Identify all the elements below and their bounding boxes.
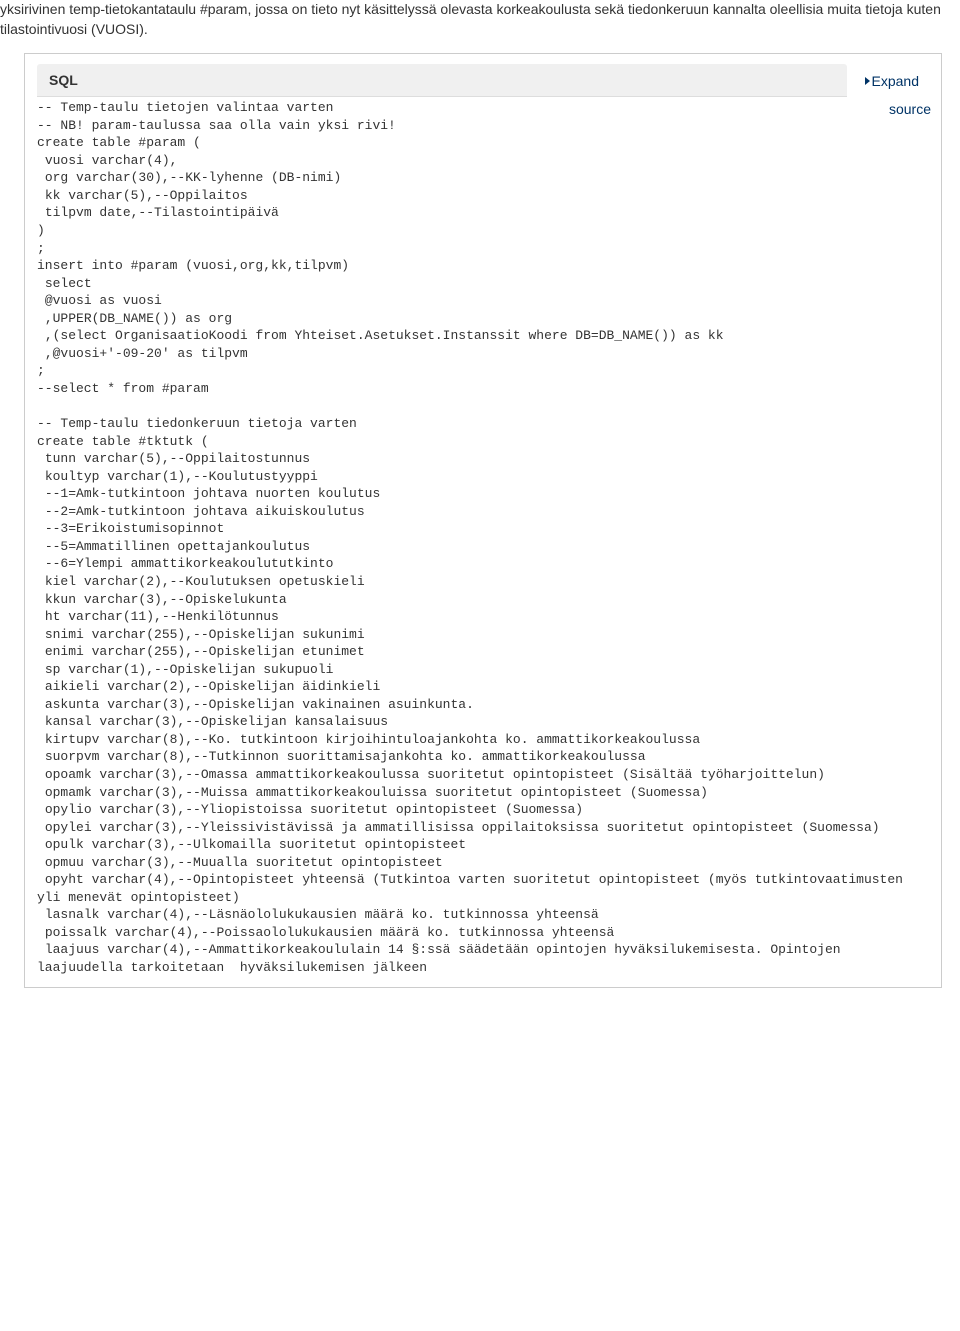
chevron-right-icon	[865, 77, 870, 85]
expand-label: Expand	[872, 73, 919, 89]
code-header: SQL	[37, 64, 847, 97]
source-label[interactable]: source	[889, 97, 941, 117]
expand-button[interactable]: Expand	[847, 65, 929, 97]
code-panel: SQL Expand source -- Temp-taulu tietojen…	[24, 53, 942, 987]
intro-text: yksirivinen temp-tietokantataulu #param,…	[0, 0, 960, 47]
sql-code-block: -- Temp-taulu tietojen valintaa varten -…	[25, 97, 941, 986]
